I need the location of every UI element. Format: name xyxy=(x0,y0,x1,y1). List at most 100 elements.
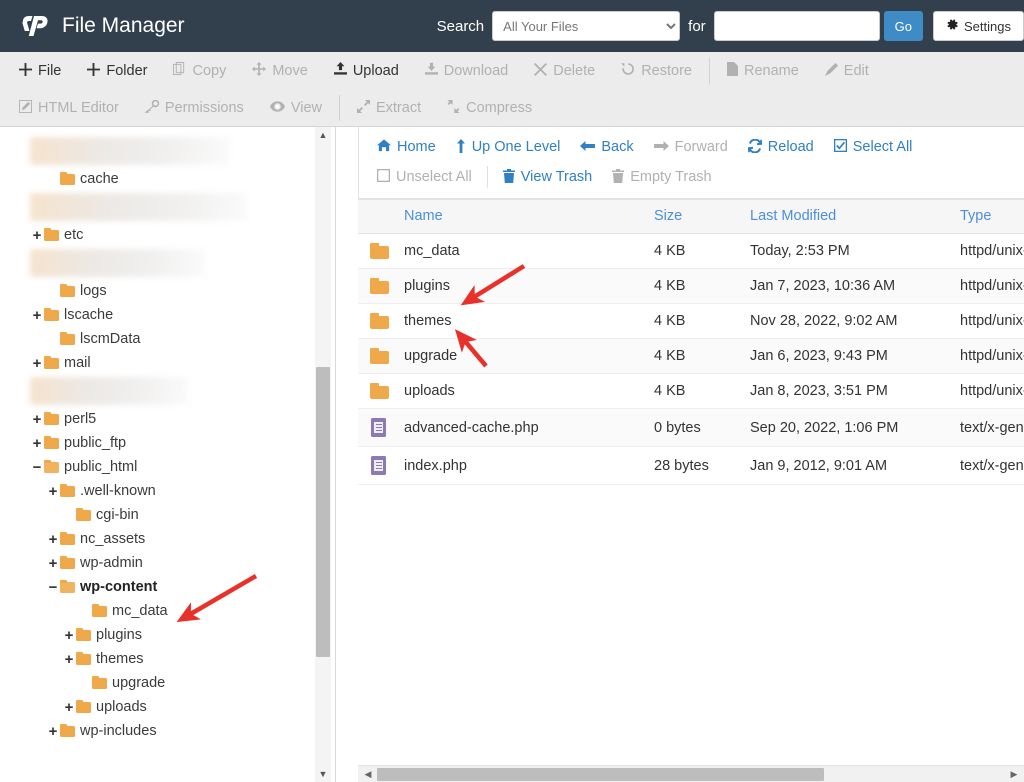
file-list-panel: Home Up One Level Back Forward Reload Se… xyxy=(358,127,1024,782)
tree-item-dot-well-known[interactable]: + .well-known xyxy=(0,479,335,503)
settings-button[interactable]: Settings xyxy=(933,11,1024,41)
horizontal-scrollbar-thumb[interactable] xyxy=(377,768,824,781)
expand-icon[interactable]: + xyxy=(46,531,60,548)
tree-item-perl5[interactable]: + perl5 xyxy=(0,407,335,431)
folder-icon xyxy=(370,277,389,294)
file-name-cell[interactable]: index.php xyxy=(404,446,654,485)
table-row[interactable]: uploads 4 KB Jan 8, 2023, 3:51 PM httpd/uni… xyxy=(358,373,1024,409)
search-input[interactable] xyxy=(713,11,880,41)
tree-item-cache[interactable]: cache xyxy=(0,167,335,191)
tree-item-mail[interactable]: + mail xyxy=(0,351,335,375)
tree-item-label: cgi-bin xyxy=(96,506,139,523)
reload-label: Reload xyxy=(767,139,814,155)
table-row[interactable]: plugins 4 KB Jan 7, 2023, 10:36 AM httpd/un… xyxy=(358,268,1024,304)
search-scope-select[interactable]: All Your Files xyxy=(492,11,681,41)
expand-icon[interactable]: + xyxy=(30,355,44,372)
tree-item-upgrade[interactable]: upgrade xyxy=(0,671,335,695)
upload-button[interactable]: Upload xyxy=(321,56,412,86)
expand-icon[interactable]: + xyxy=(62,651,76,668)
file-name-cell[interactable]: upgrade xyxy=(404,338,654,374)
permissions-label: Permissions xyxy=(164,99,244,116)
table-row[interactable]: themes 4 KB Nov 28, 2022, 9:02 AM httpd/uni… xyxy=(358,303,1024,339)
tree-item-mc_data[interactable]: mc_data xyxy=(0,599,335,623)
tree-item-plugins[interactable]: + plugins xyxy=(0,623,335,647)
expand-icon[interactable]: + xyxy=(62,699,76,716)
file-name-cell[interactable]: advanced-cache.php xyxy=(404,408,654,447)
tree-item-wp-includes[interactable]: + wp-includes xyxy=(0,719,335,743)
key-icon xyxy=(144,99,160,116)
cpanel-logo-icon xyxy=(18,9,52,43)
tree-scrollbar-thumb[interactable] xyxy=(316,367,330,657)
file-name-cell[interactable]: uploads xyxy=(404,373,654,409)
column-header-type[interactable]: Type xyxy=(960,199,1024,234)
html-editor-icon xyxy=(19,99,32,116)
tree-item-lscache[interactable]: + lscache xyxy=(0,303,335,327)
folder-icon xyxy=(76,652,91,665)
column-header-name[interactable]: Name xyxy=(404,199,654,234)
copy-icon xyxy=(173,62,186,79)
up-one-level-button[interactable]: Up One Level xyxy=(446,134,571,160)
tree-item-nc_assets[interactable]: + nc_assets xyxy=(0,527,335,551)
tree-item-label: wp-includes xyxy=(80,722,157,739)
view-button: View xyxy=(257,93,335,123)
table-row[interactable]: mc_data4 KBToday, 2:53 PMhttpd/unix-di xyxy=(358,233,1024,269)
tree-item-logs[interactable]: logs xyxy=(0,279,335,303)
restore-label: Restore xyxy=(641,62,692,79)
table-row[interactable]: upgrade 4 KB Jan 6, 2023, 9:43 PM httpd/uni… xyxy=(358,338,1024,374)
back-button[interactable]: Back xyxy=(570,134,643,160)
folder-icon xyxy=(92,676,107,689)
expand-icon[interactable]: + xyxy=(46,723,60,740)
file-name-cell[interactable]: themes xyxy=(404,303,654,339)
html-editor-button: HTML Editor xyxy=(6,93,132,123)
up-arrow-icon xyxy=(456,138,466,156)
tree-item-public_html[interactable]: − public_html xyxy=(0,455,335,479)
file-name-cell[interactable]: mc_data xyxy=(404,233,654,269)
folder-icon xyxy=(44,436,59,449)
collapse-icon[interactable]: − xyxy=(46,579,60,596)
redacted-tree-item xyxy=(30,377,188,405)
expand-icon[interactable]: + xyxy=(30,411,44,428)
table-row[interactable]: advanced-cache.php 0 bytes Sep 20, 2022, 1… xyxy=(358,408,1024,447)
search-for-label: for xyxy=(688,17,706,35)
tree-item-etc[interactable]: + etc xyxy=(0,223,335,247)
file-list-horizontal-scrollbar[interactable]: ◀ ▶ xyxy=(358,765,1024,782)
tree-item-cgi-bin[interactable]: cgi-bin xyxy=(0,503,335,527)
expand-icon[interactable]: + xyxy=(30,435,44,452)
collapse-icon[interactable]: − xyxy=(30,459,44,476)
tree-item-label: plugins xyxy=(96,626,142,643)
table-row[interactable]: index.php 28 bytes Jan 9, 2012, 9:01 AM tex… xyxy=(358,446,1024,485)
tree-item-uploads[interactable]: + uploads xyxy=(0,695,335,719)
scroll-up-icon[interactable]: ▲ xyxy=(315,127,331,143)
tree-item-lscmData[interactable]: lscmData xyxy=(0,327,335,351)
expand-icon[interactable]: + xyxy=(46,483,60,500)
home-icon xyxy=(377,139,391,155)
tree-item-wp-admin[interactable]: + wp-admin xyxy=(0,551,335,575)
expand-icon[interactable]: + xyxy=(30,227,44,244)
home-button[interactable]: Home xyxy=(367,134,446,160)
file-type-cell: httpd/unix-di xyxy=(960,268,1024,304)
file-size-cell: 28 bytes xyxy=(654,446,750,485)
new-file-button[interactable]: File xyxy=(6,56,74,86)
expand-icon[interactable]: + xyxy=(30,307,44,324)
scroll-right-icon[interactable]: ▶ xyxy=(1006,766,1022,782)
scroll-left-icon[interactable]: ◀ xyxy=(360,766,376,782)
tree-vertical-scrollbar[interactable]: ▲ ▼ xyxy=(315,127,331,782)
select-all-button[interactable]: Select All xyxy=(824,134,923,160)
column-header-size[interactable]: Size xyxy=(654,199,750,234)
tree-item-wp-content[interactable]: − wp-content xyxy=(0,575,335,599)
search-go-button[interactable]: Go xyxy=(883,11,924,41)
view-label: View xyxy=(290,99,322,116)
redacted-tree-item xyxy=(30,137,230,165)
tree-item-themes[interactable]: + themes xyxy=(0,647,335,671)
scroll-down-icon[interactable]: ▼ xyxy=(315,766,331,782)
file-name-cell[interactable]: plugins xyxy=(404,268,654,304)
expand-icon[interactable]: + xyxy=(62,627,76,644)
expand-icon[interactable]: + xyxy=(46,555,60,572)
column-header-last-modified[interactable]: Last Modified xyxy=(750,199,960,234)
view-trash-button[interactable]: View Trash xyxy=(493,164,602,190)
file-table-body: mc_data4 KBToday, 2:53 PMhttpd/unix-dipl… xyxy=(358,233,1024,485)
tree-item-label: logs xyxy=(80,282,107,299)
tree-item-public_ftp[interactable]: + public_ftp xyxy=(0,431,335,455)
new-folder-button[interactable]: Folder xyxy=(74,56,160,86)
reload-button[interactable]: Reload xyxy=(738,134,824,160)
